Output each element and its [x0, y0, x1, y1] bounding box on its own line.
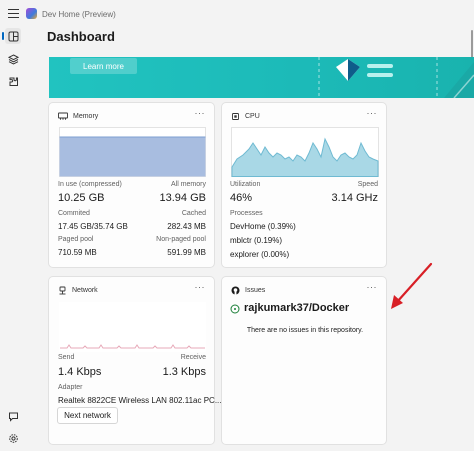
processes-label: Processes [230, 210, 263, 217]
adapter-label: Adapter [58, 384, 83, 391]
banner-illustration [318, 57, 474, 98]
github-issues-widget: Issues ··· rajkumark37/Docker There are … [221, 276, 387, 445]
in-use-label: In use (compressed) [58, 181, 122, 188]
nav-machine-configuration[interactable] [5, 51, 21, 67]
title-bar: Dev Home (Preview) [0, 0, 474, 28]
in-use-value: 10.25 GB [58, 192, 105, 204]
hamburger-menu-icon[interactable] [8, 9, 19, 18]
send-value: 1.4 Kbps [58, 366, 102, 378]
nav-settings[interactable] [5, 430, 21, 446]
package-icon [7, 53, 19, 65]
issues-more-button[interactable]: ··· [367, 282, 378, 292]
receive-value: 1.3 Kbps [162, 366, 206, 378]
receive-label: Receive [180, 354, 206, 361]
paged-pool-label: Paged pool [58, 236, 94, 243]
repository-name[interactable]: rajkumark37/Docker [244, 302, 349, 314]
cpu-more-button[interactable]: ··· [367, 108, 378, 118]
nav-extensions[interactable] [5, 73, 21, 89]
github-icon [231, 286, 240, 295]
send-label: Send [58, 354, 75, 361]
cpu-icon [232, 113, 239, 120]
nav-dashboard[interactable] [2, 28, 21, 44]
window-title: Dev Home (Preview) [42, 10, 116, 19]
welcome-banner: Learn more [49, 57, 474, 98]
non-paged-pool-value: 591.99 MB [167, 248, 206, 257]
network-title: Network [72, 287, 98, 294]
cached-value: 282.43 MB [167, 222, 206, 231]
non-paged-pool-label: Non-paged pool [156, 236, 206, 243]
nav-feedback[interactable] [5, 408, 21, 424]
no-issues-message: There are no issues in this repository. [246, 327, 364, 334]
committed-value: 17.45 GB/35.74 GB [58, 222, 128, 231]
adapter-value: Realtek 8822CE Wireless LAN 802.11ac PC.… [58, 396, 222, 405]
issue-open-icon [230, 304, 240, 314]
speed-value: 3.14 GHz [331, 192, 378, 204]
utilization-value: 46% [230, 192, 253, 204]
speed-label: Speed [357, 181, 378, 188]
memory-usage-chart [59, 127, 206, 177]
feedback-icon [8, 412, 18, 422]
process-item: mblctr (0.19%) [230, 236, 283, 245]
all-memory-value: 13.94 GB [159, 192, 206, 204]
cpu-usage-chart [231, 127, 379, 177]
cached-label: Cached [181, 210, 206, 217]
utilization-label: Utilization [230, 181, 261, 188]
dashboard-icon [8, 31, 18, 41]
network-usage-chart [59, 302, 206, 352]
memory-title: Memory [73, 112, 99, 120]
extensions-icon [9, 77, 18, 86]
network-more-button[interactable]: ··· [195, 282, 206, 292]
dev-home-logo [26, 8, 37, 19]
cpu-title: CPU [245, 113, 260, 120]
next-network-button[interactable]: Next network [57, 407, 118, 424]
all-memory-label: All memory [170, 181, 206, 188]
page-title: Dashboard [47, 29, 115, 44]
process-item: DevHome (0.39%) [230, 222, 296, 231]
issues-title: Issues [245, 287, 266, 294]
network-widget: Network ··· Send Receive 1.4 Kbps 1.3 Kb… [48, 276, 221, 445]
committed-label: Commited [58, 210, 90, 217]
memory-icon [58, 112, 68, 120]
memory-widget: Memory ··· In use (compressed) All memor… [48, 102, 215, 268]
settings-icon [8, 433, 18, 443]
process-item: explorer (0.00%) [230, 250, 290, 259]
memory-more-button[interactable]: ··· [195, 108, 206, 118]
network-icon [59, 286, 66, 295]
cpu-widget: CPU ··· Utilization Speed 46% 3.14 GHz P… [221, 102, 387, 268]
paged-pool-value: 710.59 MB [58, 248, 97, 257]
